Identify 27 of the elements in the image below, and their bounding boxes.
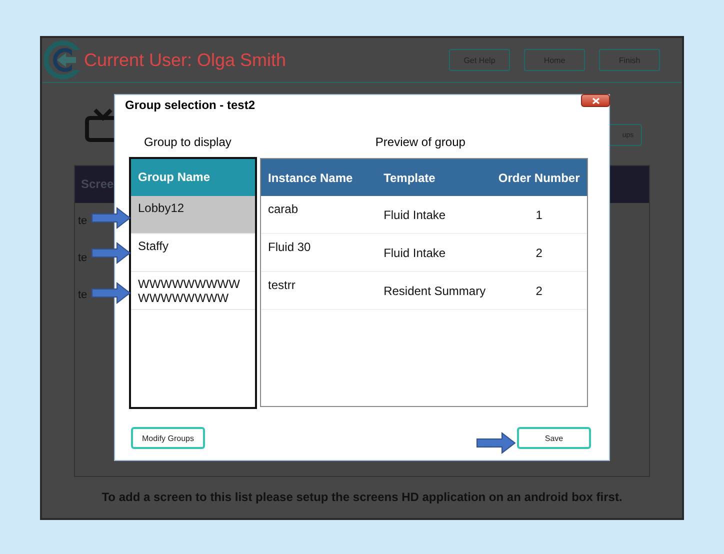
save-button[interactable]: Save — [517, 427, 591, 449]
table-cell-text: testrr — [267, 277, 296, 294]
pointer-arrow — [91, 207, 131, 229]
column-header: Template — [382, 170, 436, 184]
pointer-arrow — [476, 432, 516, 454]
table-cell-text: Resident Summary — [382, 283, 487, 300]
pointer-arrow — [91, 282, 131, 304]
column-header: Instance Name — [267, 170, 354, 184]
table-cell-text: 2 — [534, 283, 544, 300]
logo-icon — [44, 40, 84, 80]
close-button[interactable] — [581, 94, 610, 107]
column-header: Order Number — [497, 170, 581, 184]
table-cell-text: 1 — [534, 207, 544, 224]
section-heading: Group to display — [144, 135, 232, 151]
table-cell-text: carab — [267, 201, 300, 218]
table-cell-text: Fluid Intake — [382, 207, 447, 224]
section-heading: Preview of group — [375, 135, 466, 151]
column-header: Group Name — [131, 159, 255, 196]
list-item[interactable]: Lobby12 — [131, 196, 255, 234]
table-cell-text: Fluid 30 — [267, 239, 312, 256]
modify-groups-button[interactable]: Modify Groups — [131, 427, 205, 449]
table-cell-text: 2 — [534, 245, 544, 262]
pointer-arrow — [91, 242, 131, 264]
table-cell-text: Fluid Intake — [382, 245, 447, 262]
close-icon — [590, 96, 600, 104]
user-title: Current User: Olga Smith — [84, 50, 288, 70]
dialog-title: Group selection - test2 — [124, 97, 256, 114]
